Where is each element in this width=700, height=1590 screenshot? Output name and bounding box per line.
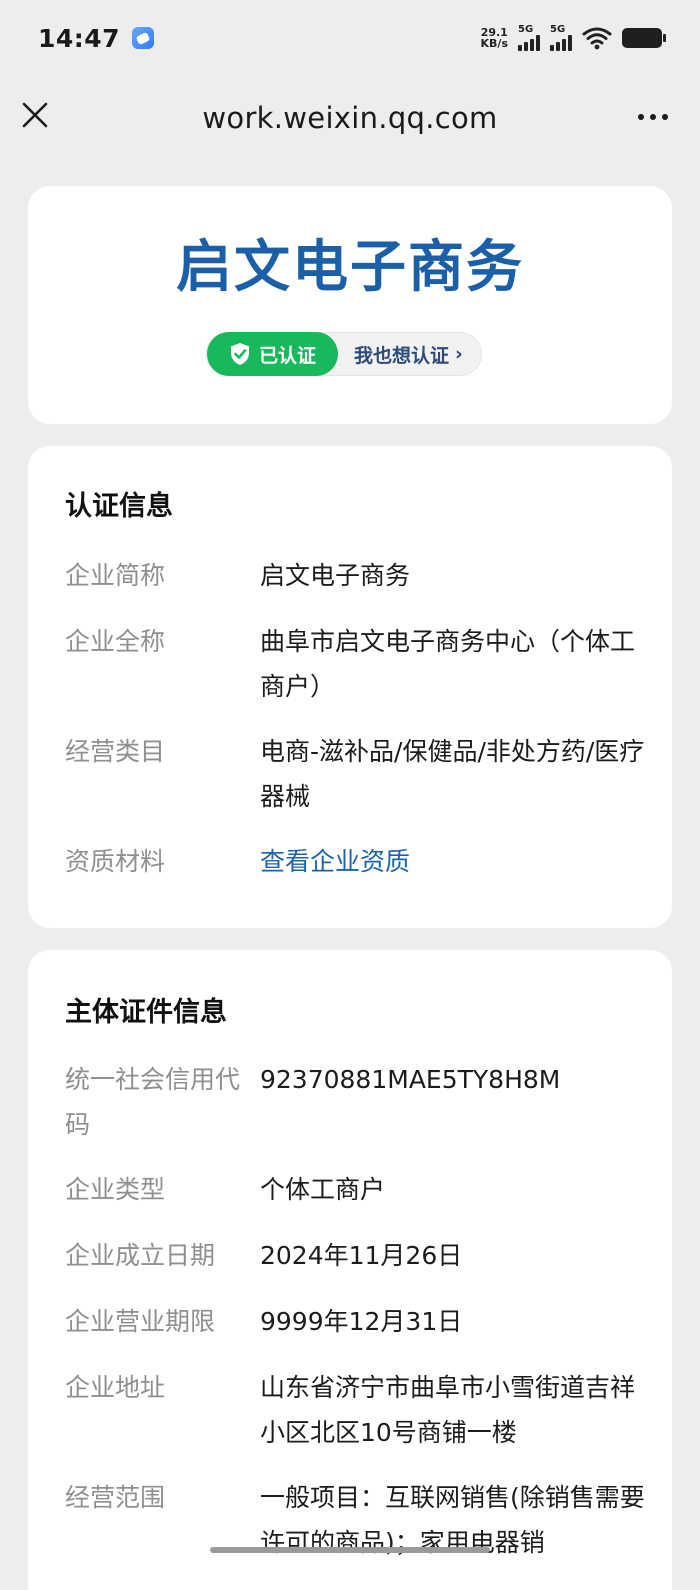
company-header-card: 启文电子商务 已认证 我也想认证 › (28, 186, 672, 424)
verified-label: 已认证 (259, 344, 317, 367)
app-notification-icon (132, 27, 155, 49)
row-label: 企业营业期限 (65, 1307, 216, 1336)
row-label: 统一社会信用代码 (65, 1065, 241, 1139)
info-row: 企业营业期限 9999年12月31日 (65, 1299, 655, 1344)
row-value: 个体工商户 (260, 1175, 386, 1204)
subject-info-title: 主体证件信息 (65, 997, 227, 1028)
row-value: 电商-滋补品/保健品/非处方药/医疗器械 (260, 737, 645, 811)
close-icon[interactable] (20, 100, 50, 130)
more-options-icon[interactable] (638, 114, 668, 120)
network-speed: 29.1 KB/s (481, 27, 508, 49)
row-label: 企业成立日期 (65, 1241, 216, 1270)
battery-icon (622, 28, 666, 48)
row-label: 企业全称 (65, 627, 166, 656)
status-time: 14:47 (38, 23, 121, 53)
want-verify-button[interactable]: 我也想认证 › (338, 341, 481, 368)
row-value: 曲阜市启文电子商务中心（个体工商户） (260, 627, 636, 701)
chevron-right-icon: › (455, 343, 463, 365)
cert-info-title: 认证信息 (65, 491, 173, 522)
sim2-label: 5G (550, 24, 566, 35)
row-value: 启文电子商务 (260, 561, 411, 590)
subject-info-card: 主体证件信息 统一社会信用代码 92370881MAE5TY8H8M 企业类型 … (28, 950, 672, 1590)
page-url-title: work.weixin.qq.com (202, 101, 498, 135)
sim1-label: 5G (518, 24, 534, 35)
want-verify-label: 我也想认证 (354, 344, 450, 367)
info-row: 企业成立日期 2024年11月26日 (65, 1233, 655, 1278)
wifi-icon (582, 27, 612, 50)
info-row: 资质材料 查看企业资质 (65, 839, 655, 884)
row-label: 资质材料 (65, 847, 166, 876)
company-name: 启文电子商务 (176, 235, 524, 300)
row-label: 企业地址 (65, 1373, 166, 1402)
row-label: 企业简称 (65, 561, 166, 590)
info-row: 经营类目 电商-滋补品/保健品/非处方药/医疗器械 (65, 729, 655, 819)
row-label: 企业类型 (65, 1175, 166, 1204)
info-row: 统一社会信用代码 92370881MAE5TY8H8M (65, 1057, 655, 1147)
status-indicators: 29.1 KB/s 5G 5G (481, 25, 666, 51)
status-bar: 14:47 29.1 KB/s 5G 5G (0, 0, 700, 76)
cert-info-card: 认证信息 企业简称 启文电子商务 企业全称 曲阜市启文电子商务中心（个体工商户）… (28, 446, 672, 928)
signal-sim2-icon: 5G (550, 25, 572, 51)
shield-check-icon (231, 343, 249, 365)
network-speed-unit: KB/s (480, 37, 508, 50)
info-row: 企业全称 曲阜市启文电子商务中心（个体工商户） (65, 619, 655, 709)
row-value: 山东省济宁市曲阜市小雪街道吉祥小区北区10号商铺一楼 (260, 1373, 636, 1447)
signal-sim1-icon: 5G (518, 25, 540, 51)
view-qualification-link[interactable]: 查看企业资质 (260, 839, 655, 884)
home-indicator[interactable] (210, 1547, 490, 1553)
info-row: 企业类型 个体工商户 (65, 1167, 655, 1212)
info-row: 企业地址 山东省济宁市曲阜市小雪街道吉祥小区北区10号商铺一楼 (65, 1365, 655, 1455)
browser-nav-bar: work.weixin.qq.com (0, 78, 700, 158)
row-value: 92370881MAE5TY8H8M (260, 1065, 561, 1094)
verified-badge: 已认证 (207, 332, 339, 376)
row-value: 2024年11月26日 (260, 1241, 463, 1270)
row-label: 经营类目 (65, 737, 166, 766)
info-row: 企业简称 启文电子商务 (65, 553, 655, 598)
certification-pill: 已认证 我也想认证 › (206, 332, 482, 376)
row-value: 9999年12月31日 (260, 1307, 463, 1336)
